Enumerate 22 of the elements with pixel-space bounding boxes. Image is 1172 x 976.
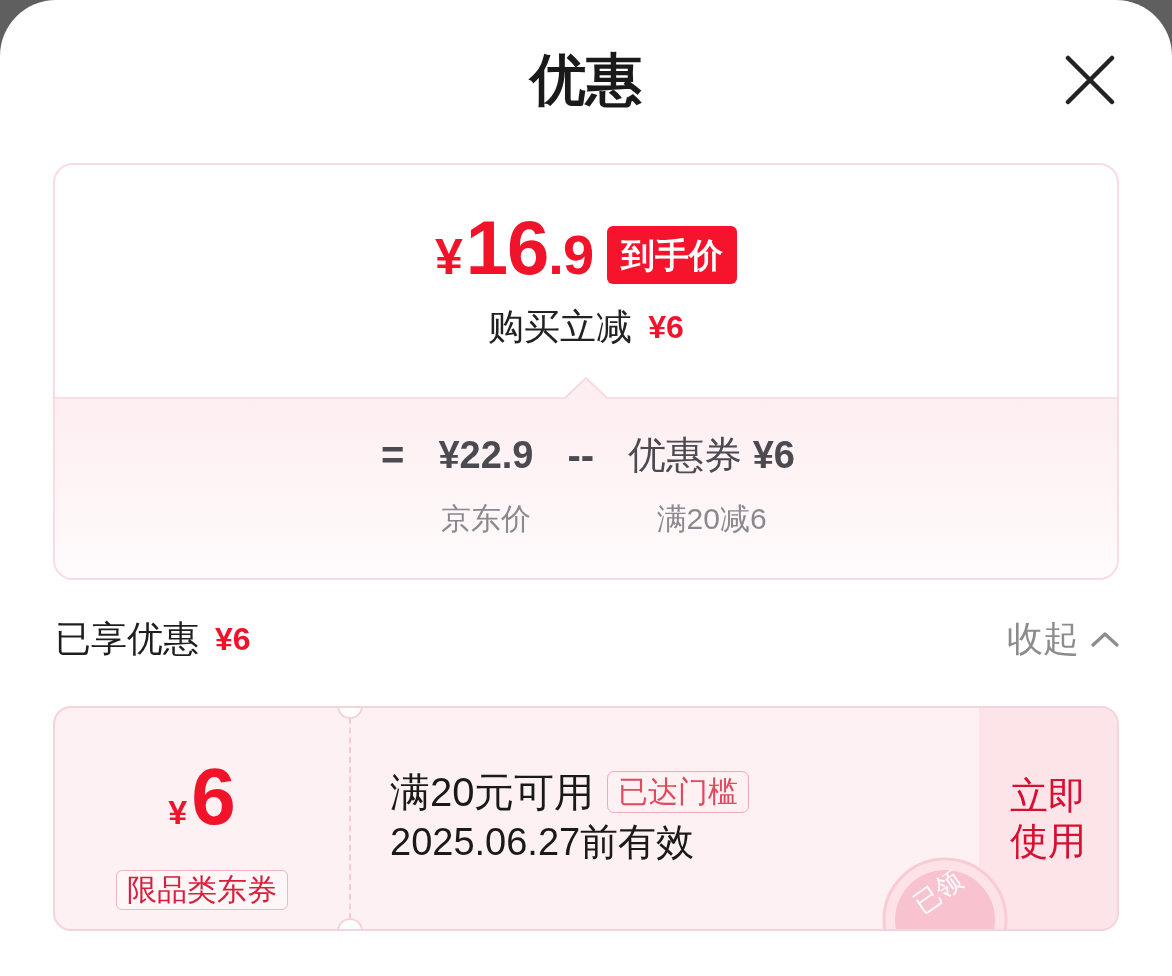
category-tag: 限品类东券 xyxy=(116,870,288,910)
discount-amount: ¥6 xyxy=(648,308,684,347)
applied-amount: ¥6 xyxy=(215,620,251,658)
price-badge: 到手价 xyxy=(607,226,738,284)
threshold-tag: 已达门槛 xyxy=(606,771,749,813)
breakdown-caption: 满20减6 xyxy=(656,501,767,537)
coupon-amount: ¥6 xyxy=(168,760,236,843)
discount-label: 购买立减 xyxy=(488,305,633,349)
close-button[interactable] xyxy=(1065,55,1115,105)
final-price: ¥16.9 xyxy=(434,211,594,292)
use-now-button[interactable]: 立即使用 xyxy=(979,708,1117,929)
operator-sign: = xyxy=(381,433,405,477)
applied-label: 已享优惠 xyxy=(54,616,199,661)
coupon-validity: 2025.06.27前有效 xyxy=(390,820,696,865)
operator-sign: -- xyxy=(567,433,595,477)
coupon-condition: 满20元可用 xyxy=(390,769,595,815)
close-icon xyxy=(1065,55,1115,105)
sheet-title: 优惠 xyxy=(530,46,642,113)
breakdown-value: 优惠券 ¥6 xyxy=(628,433,795,477)
breakdown-value: ¥22.9 xyxy=(438,433,534,477)
collapse-button[interactable]: 收起 xyxy=(1007,614,1119,664)
breakdown-caption: 京东价 xyxy=(440,501,531,537)
